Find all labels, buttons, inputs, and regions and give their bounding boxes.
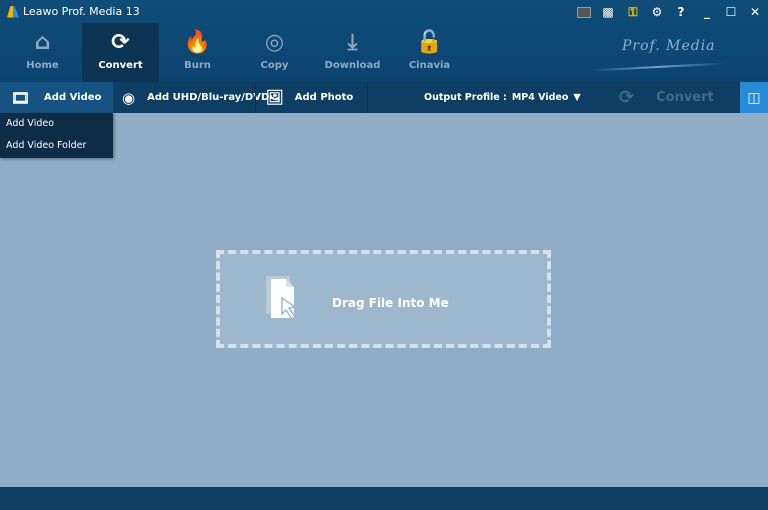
minimize-button[interactable]: _: [698, 4, 716, 20]
help-icon[interactable]: ?: [672, 4, 690, 20]
monitor-icon[interactable]: [575, 4, 593, 20]
key-icon[interactable]: ⚿: [624, 4, 642, 20]
nav-download[interactable]: ⤓Download: [314, 23, 391, 82]
drop-zone-text: Drag File Into Me: [332, 296, 449, 310]
nav-burn[interactable]: 🔥Burn: [159, 23, 236, 82]
add-photo-button[interactable]: 🖼Add Photo: [266, 82, 353, 113]
photo-add-icon: 🖼: [266, 90, 284, 106]
title-bar: Leawo Prof. Media 13 ▩ ⚿ ⚙ ? _ ☐ ✕ ⌂Home…: [0, 0, 768, 82]
brand-logo: Prof. Media: [622, 38, 716, 54]
divider: [367, 82, 368, 113]
nav-convert[interactable]: ⟳Convert: [82, 23, 159, 82]
disc-add-icon: ◉: [122, 89, 135, 107]
gear-icon[interactable]: ⚙: [648, 4, 666, 20]
nav-home[interactable]: ⌂Home: [4, 23, 81, 82]
copy-icon: ◎: [236, 23, 313, 55]
layout-toggle-button[interactable]: ◫: [740, 82, 768, 113]
add-video-button[interactable]: 🎞Add Video: [0, 82, 113, 113]
output-profile-select[interactable]: Output Profile :MP4 Video▼: [424, 82, 581, 113]
nav-cinavia[interactable]: 🔓Cinavia: [391, 23, 468, 82]
maximize-button[interactable]: ☐: [722, 4, 740, 20]
refresh-icon: ⟳: [619, 87, 634, 108]
divider: [255, 82, 256, 113]
add-video-menu: Add Video Add Video Folder: [0, 113, 113, 158]
film-add-icon: 🎞: [11, 89, 30, 107]
download-icon: ⤓: [314, 23, 391, 55]
cinavia-icon: 🔓: [391, 23, 468, 55]
convert-icon: ⟳: [82, 23, 159, 55]
drop-zone[interactable]: Drag File Into Me: [216, 250, 551, 348]
brand-swoosh: [590, 62, 725, 71]
file-drag-icon: [266, 274, 306, 324]
home-icon: ⌂: [4, 23, 81, 55]
menu-item-add-video[interactable]: Add Video: [0, 113, 113, 135]
chevron-down-icon: ▼: [573, 92, 580, 103]
close-button[interactable]: ✕: [746, 4, 764, 20]
app-logo-icon: [7, 6, 19, 18]
chat-icon[interactable]: ▩: [599, 4, 617, 20]
toolbar: 🎞Add Video ◉Add UHD/Blu-ray/DVD 🖼Add Pho…: [0, 82, 768, 113]
layout-icon: ◫: [747, 90, 760, 106]
add-disc-button[interactable]: ◉Add UHD/Blu-ray/DVD: [122, 82, 269, 113]
nav-copy[interactable]: ◎Copy: [236, 23, 313, 82]
menu-item-add-video-folder[interactable]: Add Video Folder: [0, 135, 113, 157]
burn-icon: 🔥: [159, 23, 236, 55]
app-title: Leawo Prof. Media 13: [7, 5, 140, 18]
status-bar: [0, 487, 768, 510]
convert-button[interactable]: ⟳Convert: [619, 82, 714, 113]
